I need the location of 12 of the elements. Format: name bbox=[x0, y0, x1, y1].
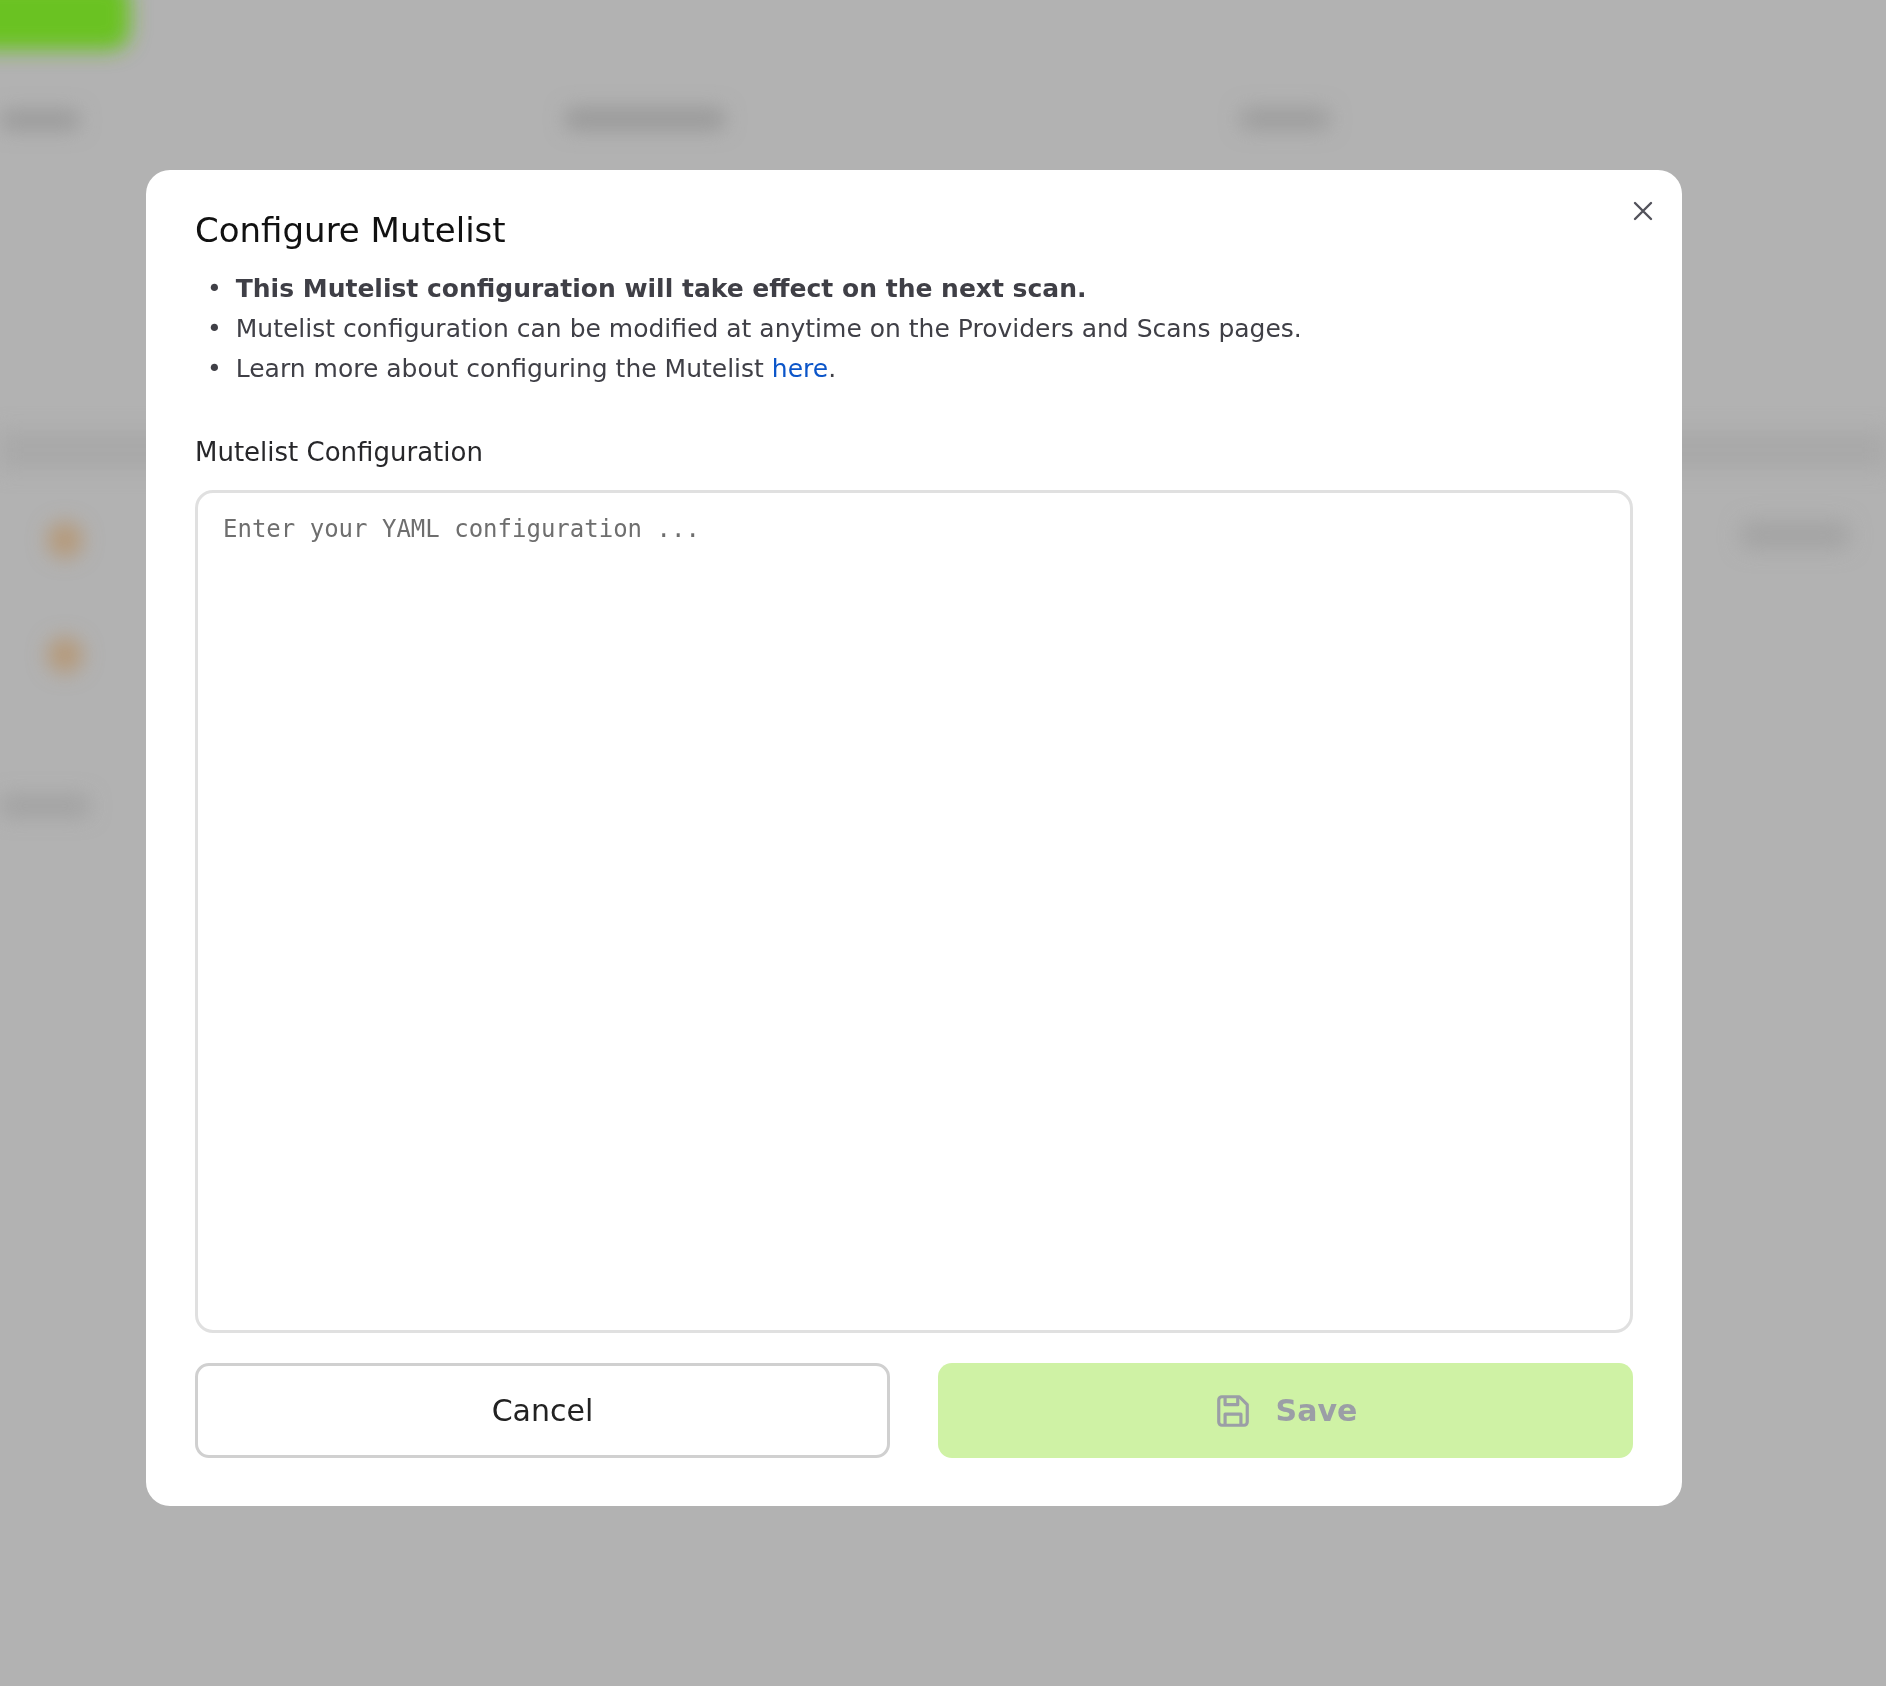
cancel-button[interactable]: Cancel bbox=[195, 1363, 890, 1458]
here-link[interactable]: here bbox=[771, 353, 829, 383]
bullet-mark: • bbox=[207, 312, 222, 345]
close-icon bbox=[1632, 200, 1654, 222]
bullet-mark: • bbox=[207, 352, 222, 385]
field-label: Mutelist Configuration bbox=[195, 435, 484, 469]
dialog-title: Configure Mutelist bbox=[195, 210, 507, 251]
note-text: Mutelist configuration can be modified at anytime on the Providers and Scans pages. bbox=[235, 312, 1302, 345]
bullet-mark: • bbox=[207, 272, 222, 305]
yaml-input-field[interactable]: Enter your YAML configuration ... bbox=[195, 489, 1633, 1333]
note-text: This Mutelist configuration will take effect on the next scan. bbox=[235, 272, 1087, 305]
note-text: Learn more about configuring the Mutelist here. bbox=[235, 352, 837, 385]
